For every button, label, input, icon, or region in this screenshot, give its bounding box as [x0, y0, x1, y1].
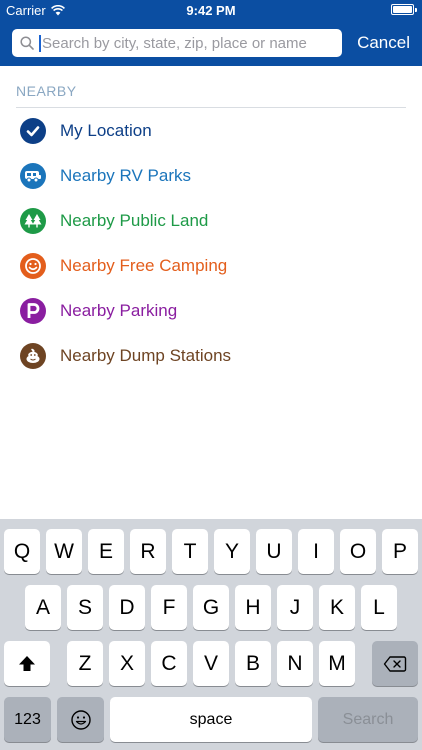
nearby-item-my-location[interactable]: My Location	[0, 108, 422, 153]
key-f[interactable]: F	[151, 585, 187, 630]
item-label: Nearby RV Parks	[60, 165, 192, 185]
parking-icon	[20, 297, 46, 324]
key-y[interactable]: Y	[214, 529, 250, 574]
cancel-button[interactable]: Cancel	[357, 33, 410, 53]
key-k[interactable]: K	[319, 585, 355, 630]
emoji-icon	[70, 709, 91, 730]
space-key[interactable]: space	[110, 697, 312, 742]
shift-key[interactable]	[4, 641, 50, 686]
key-u[interactable]: U	[256, 529, 292, 574]
backspace-key[interactable]	[372, 641, 418, 686]
nearby-item-dump-stations[interactable]: Nearby Dump Stations	[0, 333, 422, 378]
search-key[interactable]: Search	[318, 697, 418, 742]
emoji-key[interactable]	[57, 697, 104, 742]
smiley-icon	[20, 252, 46, 279]
search-field[interactable]	[12, 29, 342, 57]
status-bar: Carrier 9:42 PM	[0, 0, 422, 22]
rv-icon	[20, 162, 46, 189]
key-t[interactable]: T	[172, 529, 208, 574]
key-e[interactable]: E	[88, 529, 124, 574]
nearby-item-public-land[interactable]: Nearby Public Land	[0, 198, 422, 243]
item-label: Nearby Public Land	[60, 210, 209, 230]
key-v[interactable]: V	[193, 641, 229, 686]
nearby-section-title: NEARBY	[16, 83, 77, 99]
key-j[interactable]: J	[277, 585, 313, 630]
key-d[interactable]: D	[109, 585, 145, 630]
battery-icon	[391, 4, 417, 15]
checkmark-icon	[20, 117, 46, 144]
numbers-key[interactable]: 123	[4, 697, 51, 742]
key-a[interactable]: A	[25, 585, 61, 630]
item-label: Nearby Free Camping	[60, 255, 228, 275]
item-label: Nearby Parking	[60, 300, 178, 320]
nearby-item-parking[interactable]: Nearby Parking	[0, 288, 422, 333]
key-w[interactable]: W	[46, 529, 82, 574]
key-n[interactable]: N	[277, 641, 313, 686]
key-b[interactable]: B	[235, 641, 271, 686]
key-i[interactable]: I	[298, 529, 334, 574]
clock: 9:42 PM	[186, 3, 236, 18]
key-g[interactable]: G	[193, 585, 229, 630]
nearby-item-free-camping[interactable]: Nearby Free Camping	[0, 243, 422, 288]
key-x[interactable]: X	[109, 641, 145, 686]
key-z[interactable]: Z	[67, 641, 103, 686]
key-s[interactable]: S	[67, 585, 103, 630]
key-h[interactable]: H	[235, 585, 271, 630]
keyboard: Q W E R T Y U I O P A S D F G H J K L Z …	[0, 519, 422, 750]
key-p[interactable]: P	[382, 529, 418, 574]
key-l[interactable]: L	[361, 585, 397, 630]
item-label: Nearby Dump Stations	[60, 345, 232, 365]
search-icon	[20, 36, 34, 50]
nearby-item-rv-parks[interactable]: Nearby RV Parks	[0, 153, 422, 198]
key-m[interactable]: M	[319, 641, 355, 686]
key-r[interactable]: R	[130, 529, 166, 574]
trees-icon	[20, 207, 46, 234]
header: Carrier 9:42 PM Cancel	[0, 0, 422, 66]
shift-icon	[19, 655, 35, 671]
search-input[interactable]	[41, 34, 342, 52]
dump-station-icon	[20, 342, 46, 369]
key-c[interactable]: C	[151, 641, 187, 686]
backspace-icon	[383, 655, 407, 672]
key-o[interactable]: O	[340, 529, 376, 574]
key-q[interactable]: Q	[4, 529, 40, 574]
item-label: My Location	[60, 120, 152, 140]
nearby-list: My Location Nearby RV Parks Nearby Publi	[0, 108, 422, 378]
